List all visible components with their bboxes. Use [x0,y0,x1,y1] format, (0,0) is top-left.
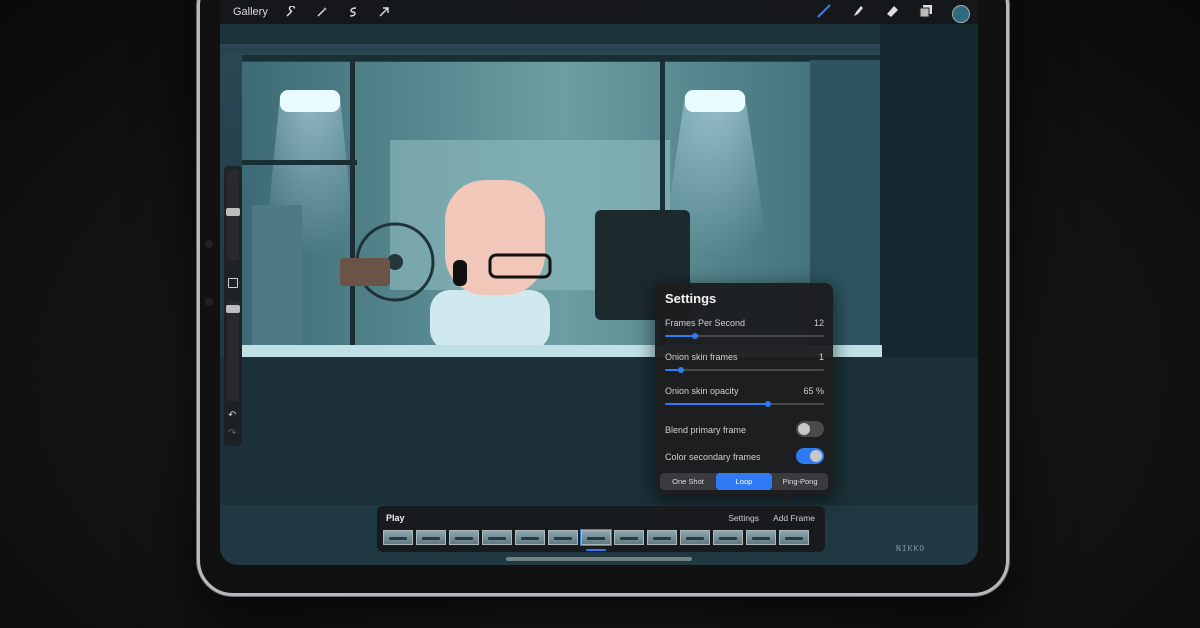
timeline-frame[interactable] [713,530,743,545]
onion-frames-slider[interactable] [665,367,824,373]
mode-ping-pong[interactable]: Ping-Pong [772,473,828,490]
drawing-canvas[interactable] [220,0,978,565]
timeline-settings-button[interactable]: Settings [728,513,759,523]
app-screen: Gallery ↶ ↷ Settings Frames Per Second 1… [220,0,978,565]
opacity-thumb[interactable] [226,305,240,313]
mode-one-shot[interactable]: One Shot [660,473,716,490]
timeline-frame[interactable] [614,530,644,545]
opacity-slider[interactable] [226,301,240,401]
modify-button[interactable] [228,278,238,288]
animation-settings-panel: Settings Frames Per Second 12 Onion skin… [655,283,833,495]
timeline-frame[interactable] [416,530,446,545]
home-indicator[interactable] [506,557,692,561]
undo-icon[interactable]: ↶ [228,410,236,421]
timeline-frame[interactable] [580,529,612,546]
left-sidebar: ↶ ↷ [224,166,242,446]
top-toolbar: Gallery [220,0,978,24]
playhead-indicator [586,549,606,551]
brush-size-slider[interactable] [226,170,240,260]
timeline-frame[interactable] [779,530,809,545]
blend-primary-row: Blend primary frame [665,421,824,438]
animation-timeline: Play Settings Add Frame [377,506,825,552]
onion-opacity-row: Onion skin opacity 65 % [665,386,824,407]
onion-opacity-label: Onion skin opacity [665,386,739,396]
color-secondary-toggle-knob [810,450,822,462]
selection-icon[interactable] [344,3,362,21]
onion-frames-value: 1 [818,352,824,362]
mode-loop[interactable]: Loop [716,473,772,490]
fps-row: Frames Per Second 12 [665,318,824,339]
frame-strip [383,529,809,546]
onion-opacity-knob[interactable] [765,401,772,407]
timeline-frame[interactable] [548,530,578,545]
brush-size-thumb[interactable] [226,208,240,216]
artist-signature: NIKKO [896,544,926,553]
color-secondary-row: Color secondary frames [665,448,824,465]
color-picker-button[interactable] [952,4,970,23]
onion-frames-knob[interactable] [677,367,684,373]
timeline-frame[interactable] [449,530,479,545]
fps-value: 12 [813,318,824,328]
onion-opacity-value: 65 % [803,386,824,396]
timeline-frame[interactable] [383,530,413,545]
sensor-icon [205,298,213,306]
brush-icon[interactable] [816,3,832,24]
layers-icon[interactable] [918,3,934,24]
onion-opacity-slider[interactable] [665,401,824,407]
timeline-frame[interactable] [515,530,545,545]
camera-icon [205,240,213,248]
timeline-frame[interactable] [746,530,776,545]
onion-frames-label: Onion skin frames [665,352,738,362]
blend-primary-toggle[interactable] [796,421,824,437]
onion-opacity-fill [665,403,769,405]
redo-icon[interactable]: ↷ [228,428,236,439]
transform-arrow-icon[interactable] [375,3,393,21]
blend-primary-toggle-knob [798,423,810,435]
fps-knob[interactable] [692,333,699,339]
wrench-icon[interactable] [282,3,300,21]
onion-frames-row: Onion skin frames 1 [665,352,824,373]
fps-label: Frames Per Second [665,318,746,328]
color-secondary-label: Color secondary frames [665,452,761,462]
add-frame-button[interactable]: Add Frame [773,513,815,523]
play-button[interactable]: Play [386,513,405,523]
settings-title: Settings [665,291,717,306]
blend-primary-label: Blend primary frame [665,425,747,435]
timeline-frame[interactable] [482,530,512,545]
settings-pointer [780,495,794,502]
fps-fill [665,335,696,337]
gallery-button[interactable]: Gallery [233,6,268,18]
timeline-frame[interactable] [647,530,677,545]
eraser-icon[interactable] [884,3,900,24]
playback-mode-selector: One Shot Loop Ping-Pong [660,473,828,490]
smudge-icon[interactable] [850,3,866,24]
fps-slider[interactable] [665,333,824,339]
timeline-frame[interactable] [680,530,710,545]
color-secondary-toggle[interactable] [796,448,824,464]
magic-wand-icon[interactable] [313,3,331,21]
